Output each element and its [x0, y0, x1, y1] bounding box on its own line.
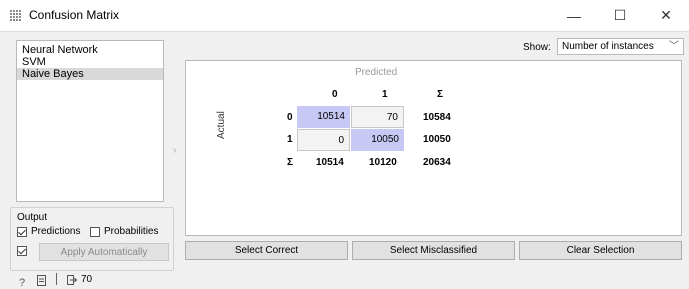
row-sum-1: 10050: [423, 134, 451, 145]
col-sum-0: 10514: [316, 157, 344, 168]
close-button[interactable]: ✕: [643, 0, 689, 31]
window-title: Confusion Matrix: [29, 8, 120, 22]
col-header-1: 1: [382, 89, 388, 100]
learner-list[interactable]: Neural Network SVM Naive Bayes: [16, 40, 164, 202]
auto-apply-checkbox[interactable]: [17, 246, 27, 256]
select-correct-button[interactable]: Select Correct: [185, 241, 348, 260]
confusion-matrix-panel: Predicted 0 1 Σ Actual 0 1 Σ 10514 70 0 …: [185, 60, 682, 236]
report-icon[interactable]: [37, 275, 46, 286]
select-misclassified-button[interactable]: Select Misclassified: [352, 241, 515, 260]
minimize-button[interactable]: —: [551, 0, 597, 31]
row-header-0: 0: [287, 112, 293, 123]
predictions-checkbox[interactable]: [17, 227, 27, 237]
output-title: Output: [17, 212, 48, 223]
row-sum-0: 10584: [423, 112, 451, 123]
chevron-down-icon: ﹀: [669, 41, 679, 52]
maximize-button[interactable]: ☐: [597, 0, 643, 31]
probabilities-checkbox[interactable]: [90, 227, 100, 237]
separator: [56, 273, 57, 285]
grid-icon: [10, 10, 21, 21]
output-arrow-icon: [67, 275, 77, 285]
total-sum: 20634: [423, 157, 451, 168]
clear-selection-button[interactable]: Clear Selection: [519, 241, 682, 260]
show-select-value: Number of instances: [562, 41, 654, 52]
predicted-label: Predicted: [355, 67, 398, 78]
col-header-sum: Σ: [437, 89, 444, 100]
matrix-cell-1-0[interactable]: 0: [297, 129, 350, 151]
predictions-label: Predictions: [31, 226, 81, 237]
status-bar: ? 70: [0, 272, 689, 289]
row-header-1: 1: [287, 134, 293, 145]
output-count: 70: [81, 274, 93, 285]
list-item-naive-bayes[interactable]: Naive Bayes: [17, 68, 163, 80]
list-item-neural-network[interactable]: Neural Network: [17, 44, 163, 56]
title-bar: Confusion Matrix — ☐ ✕: [0, 0, 689, 32]
col-header-0: 0: [332, 89, 338, 100]
show-label: Show:: [523, 42, 551, 53]
matrix-cell-1-1[interactable]: 10050: [351, 129, 404, 151]
help-icon[interactable]: ?: [19, 277, 25, 289]
probabilities-label: Probabilities: [104, 226, 159, 237]
show-select[interactable]: Number of instances ﹀: [557, 38, 684, 55]
apply-button[interactable]: Apply Automatically: [39, 243, 169, 261]
col-sum-1: 10120: [369, 157, 397, 168]
row-header-sum: Σ: [287, 157, 294, 168]
matrix-cell-0-0[interactable]: 10514: [297, 106, 350, 128]
splitter-handle[interactable]: ›: [173, 145, 176, 156]
actual-label: Actual: [216, 111, 227, 139]
matrix-cell-0-1[interactable]: 70: [351, 106, 404, 128]
list-item-svm[interactable]: SVM: [17, 56, 163, 68]
output-group: Output Predictions Probabilities Apply A…: [10, 207, 174, 271]
